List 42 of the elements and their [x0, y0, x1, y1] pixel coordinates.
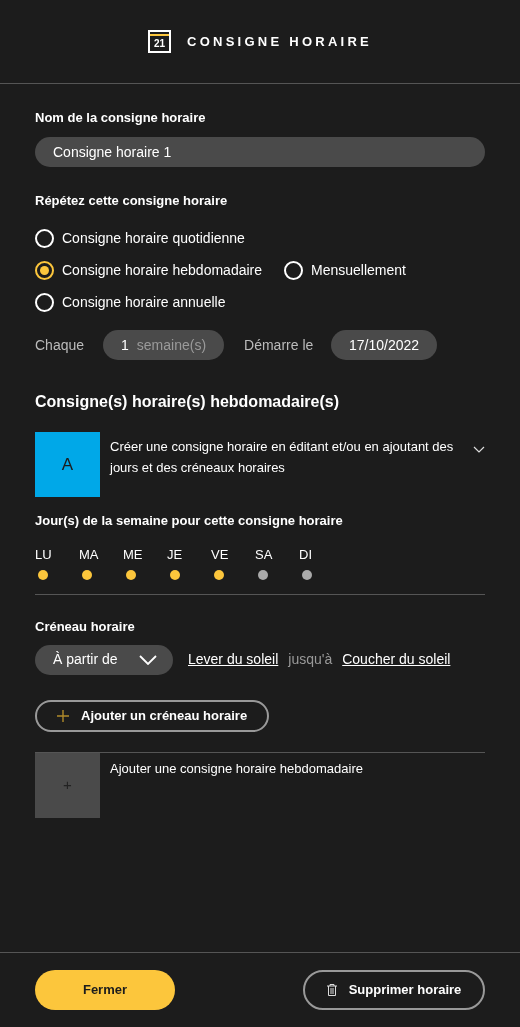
schedule-description: Créer une consigne horaire en éditant et/ou en ajoutant des jours et des créneaux horaires — [110, 438, 455, 477]
trash-icon — [326, 984, 337, 996]
name-field[interactable]: Consigne horaire 1 — [35, 136, 485, 167]
day-toggle[interactable]: MA — [79, 544, 123, 580]
sunrise-link[interactable]: Lever du soleil — [188, 649, 279, 670]
day-toggle[interactable]: SA — [255, 544, 299, 580]
start-date-field[interactable]: 17/10/2022 — [331, 330, 438, 360]
radio-label: Consigne horaire annuelle — [62, 293, 226, 312]
days-label: Jour(s) de la semaine pour cette consigne horaire — [35, 512, 344, 530]
schedule-avatar: A — [35, 432, 100, 497]
sunset-link[interactable]: Coucher du soleil — [342, 649, 451, 670]
plus-icon — [57, 709, 69, 722]
chevron-icon[interactable] — [473, 446, 485, 453]
radio-button[interactable] — [35, 261, 54, 280]
radio-label: Consigne horaire quotidienne — [62, 229, 245, 248]
dialog-title: CONSIGNE HORAIRE — [187, 32, 372, 51]
radio-option[interactable]: Consigne horaire annuelle — [35, 292, 226, 313]
until-text: jusqu'à — [288, 650, 333, 669]
chevron-icon — [139, 654, 157, 665]
radio-option[interactable]: Consigne horaire hebdomadaire — [35, 260, 263, 281]
section-label: Répétez cette consigne horaire — [35, 191, 229, 210]
radio-option[interactable]: Consigne horaire quotidienne — [35, 228, 245, 249]
day-toggle[interactable]: JE — [167, 544, 211, 580]
radio-option[interactable]: Mensuellement — [284, 260, 406, 281]
day-toggle[interactable]: LU — [35, 544, 79, 580]
close-button[interactable]: Fermer — [35, 970, 175, 1010]
day-toggle[interactable]: ME — [123, 544, 167, 580]
delete-button[interactable]: Supprimer horaire — [303, 970, 485, 1010]
add-schedule-label[interactable]: Ajouter une consigne horaire hebdomadaire — [110, 758, 363, 818]
radio-label: Mensuellement — [311, 261, 406, 280]
slot-label: Créneau horaire — [35, 618, 136, 636]
calendar-icon: 21 — [148, 30, 172, 53]
add-slot-button[interactable]: Ajouter un créneau horaire — [35, 699, 270, 732]
day-toggle[interactable]: DI — [299, 544, 343, 580]
radio-label: Consigne horaire hebdomadaire — [62, 261, 263, 280]
day-toggle[interactable]: VE — [211, 544, 255, 580]
start-label: Démarre le — [244, 335, 315, 355]
interval-field[interactable]: 1 semaine(s) — [103, 330, 225, 360]
mode-dropdown[interactable]: À partir de — [35, 644, 173, 675]
field-label: Nom de la consigne horaire — [35, 109, 207, 127]
every-label: Chaque — [35, 335, 86, 355]
section-heading: Consigne(s) horaire(s) hebdomadaire(s) — [35, 392, 341, 412]
